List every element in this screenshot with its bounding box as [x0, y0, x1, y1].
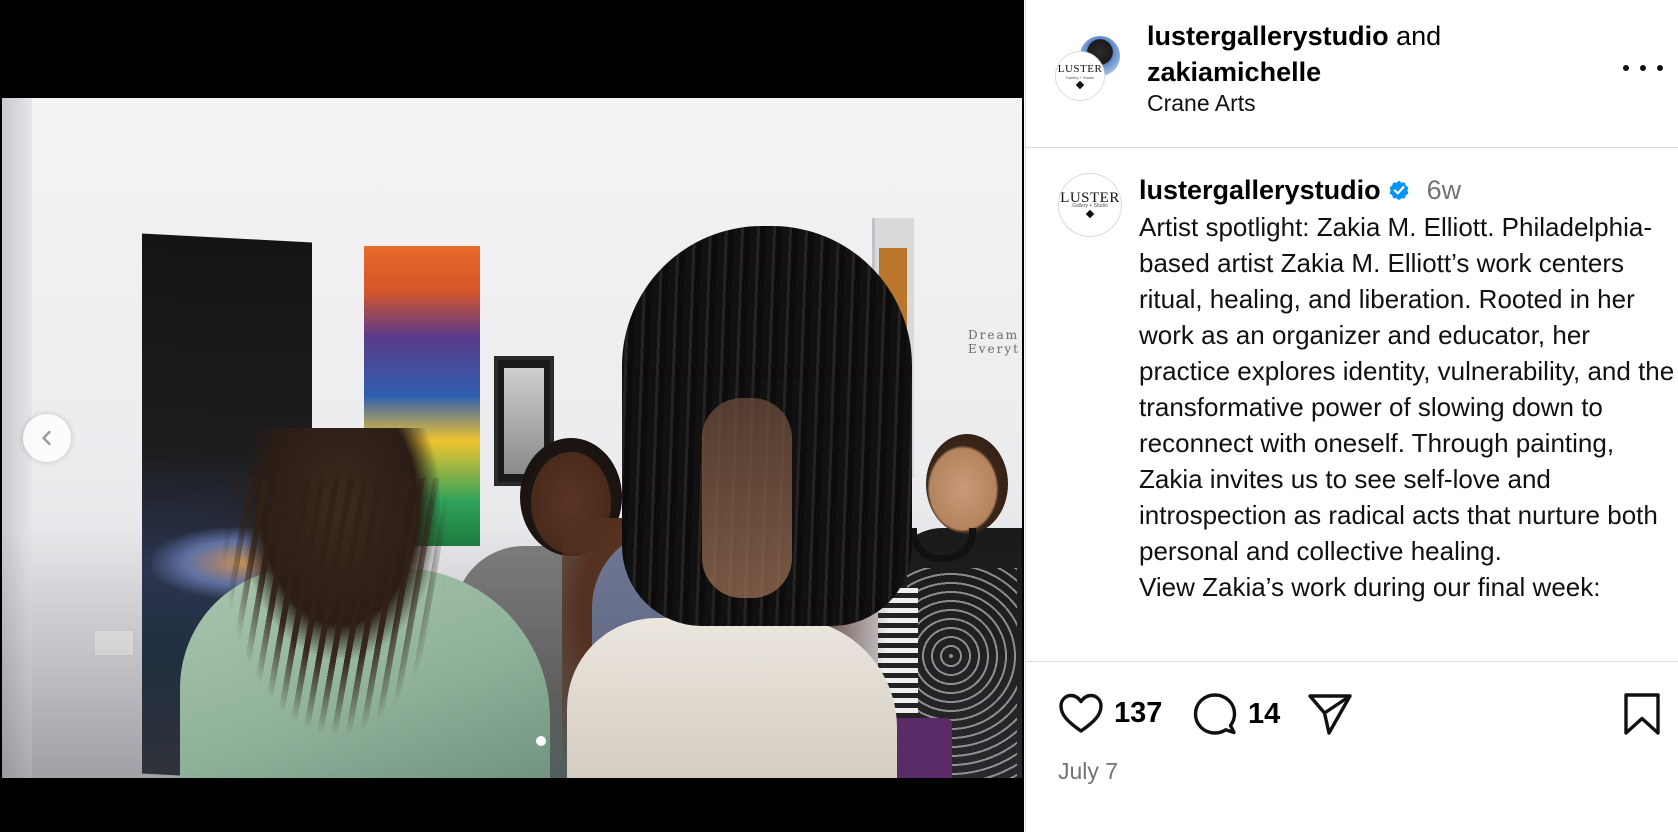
bookmark-icon	[1624, 693, 1660, 735]
collab-avatars[interactable]: LUSTER Gallery + Studio	[1056, 34, 1122, 104]
caption-header: lustergallerystudio 6w	[1139, 173, 1461, 207]
more-options-button[interactable]	[1623, 56, 1663, 80]
post-photo[interactable]: Dream Everyt	[2, 98, 1022, 778]
carousel-prev-button[interactable]	[23, 414, 71, 462]
action-bar: 137 14 July 7	[1026, 661, 1678, 832]
like-count[interactable]: 137	[1114, 697, 1162, 730]
heart-icon	[1059, 693, 1103, 733]
verified-badge-icon	[1389, 180, 1408, 201]
caption-scroll-area[interactable]: LUSTER Gallery + Studio lustergallerystu…	[1026, 149, 1678, 661]
avatar-lustergallerystudio[interactable]: LUSTER Gallery + Studio	[1056, 52, 1104, 100]
logo-subtitle: Gallery + Studio	[1072, 203, 1108, 209]
header-username-2[interactable]: zakiamichelle	[1147, 57, 1321, 87]
save-button[interactable]	[1622, 692, 1662, 736]
like-button[interactable]: 137	[1058, 692, 1162, 734]
header-joiner: and	[1388, 21, 1442, 51]
more-dots-icon	[1657, 65, 1663, 71]
person-center-hair-tips	[702, 398, 792, 598]
person-center-shawl	[567, 618, 897, 778]
header-username-1[interactable]: lustergallerystudio	[1147, 21, 1389, 51]
caption-username[interactable]: lustergallerystudio	[1139, 175, 1381, 205]
comment-bubble-icon	[1193, 693, 1237, 735]
logo-wordmark: LUSTER	[1057, 63, 1103, 75]
share-button[interactable]	[1307, 692, 1353, 736]
comment-count[interactable]: 14	[1248, 698, 1280, 731]
logo-subtitle: Gallery + Studio	[1065, 75, 1095, 80]
post-media: Dream Everyt	[0, 0, 1024, 832]
caption-body: Artist spotlight: Zakia M. Elliott. Phil…	[1139, 212, 1675, 566]
post-location[interactable]: Crane Arts	[1147, 90, 1256, 117]
more-dots-icon	[1623, 65, 1629, 71]
post-side-panel: LUSTER Gallery + Studio lustergallerystu…	[1025, 0, 1678, 832]
caption-text: Artist spotlight: Zakia M. Elliott. Phil…	[1139, 209, 1678, 605]
logo-diamond-icon	[1075, 80, 1085, 90]
caption-body-continued: View Zakia’s work during our final week:	[1139, 572, 1601, 602]
comment-button[interactable]: 14	[1192, 692, 1280, 736]
person-left-locs	[220, 478, 450, 738]
post-header: LUSTER Gallery + Studio lustergallerystu…	[1026, 0, 1678, 148]
wall-text: Dream Everyt	[968, 328, 1020, 356]
carousel-dot-active	[536, 736, 546, 746]
person-right-head	[926, 434, 1008, 534]
post-date[interactable]: July 7	[1058, 758, 1118, 785]
collab-names: lustergallerystudio and zakiamichelle	[1147, 18, 1441, 90]
caption-avatar[interactable]: LUSTER Gallery + Studio	[1058, 173, 1122, 237]
more-dots-icon	[1640, 65, 1646, 71]
logo-diamond-icon	[1085, 209, 1095, 219]
chevron-left-icon	[42, 430, 51, 446]
post-age[interactable]: 6w	[1427, 175, 1462, 205]
paper-plane-icon	[1308, 694, 1352, 735]
